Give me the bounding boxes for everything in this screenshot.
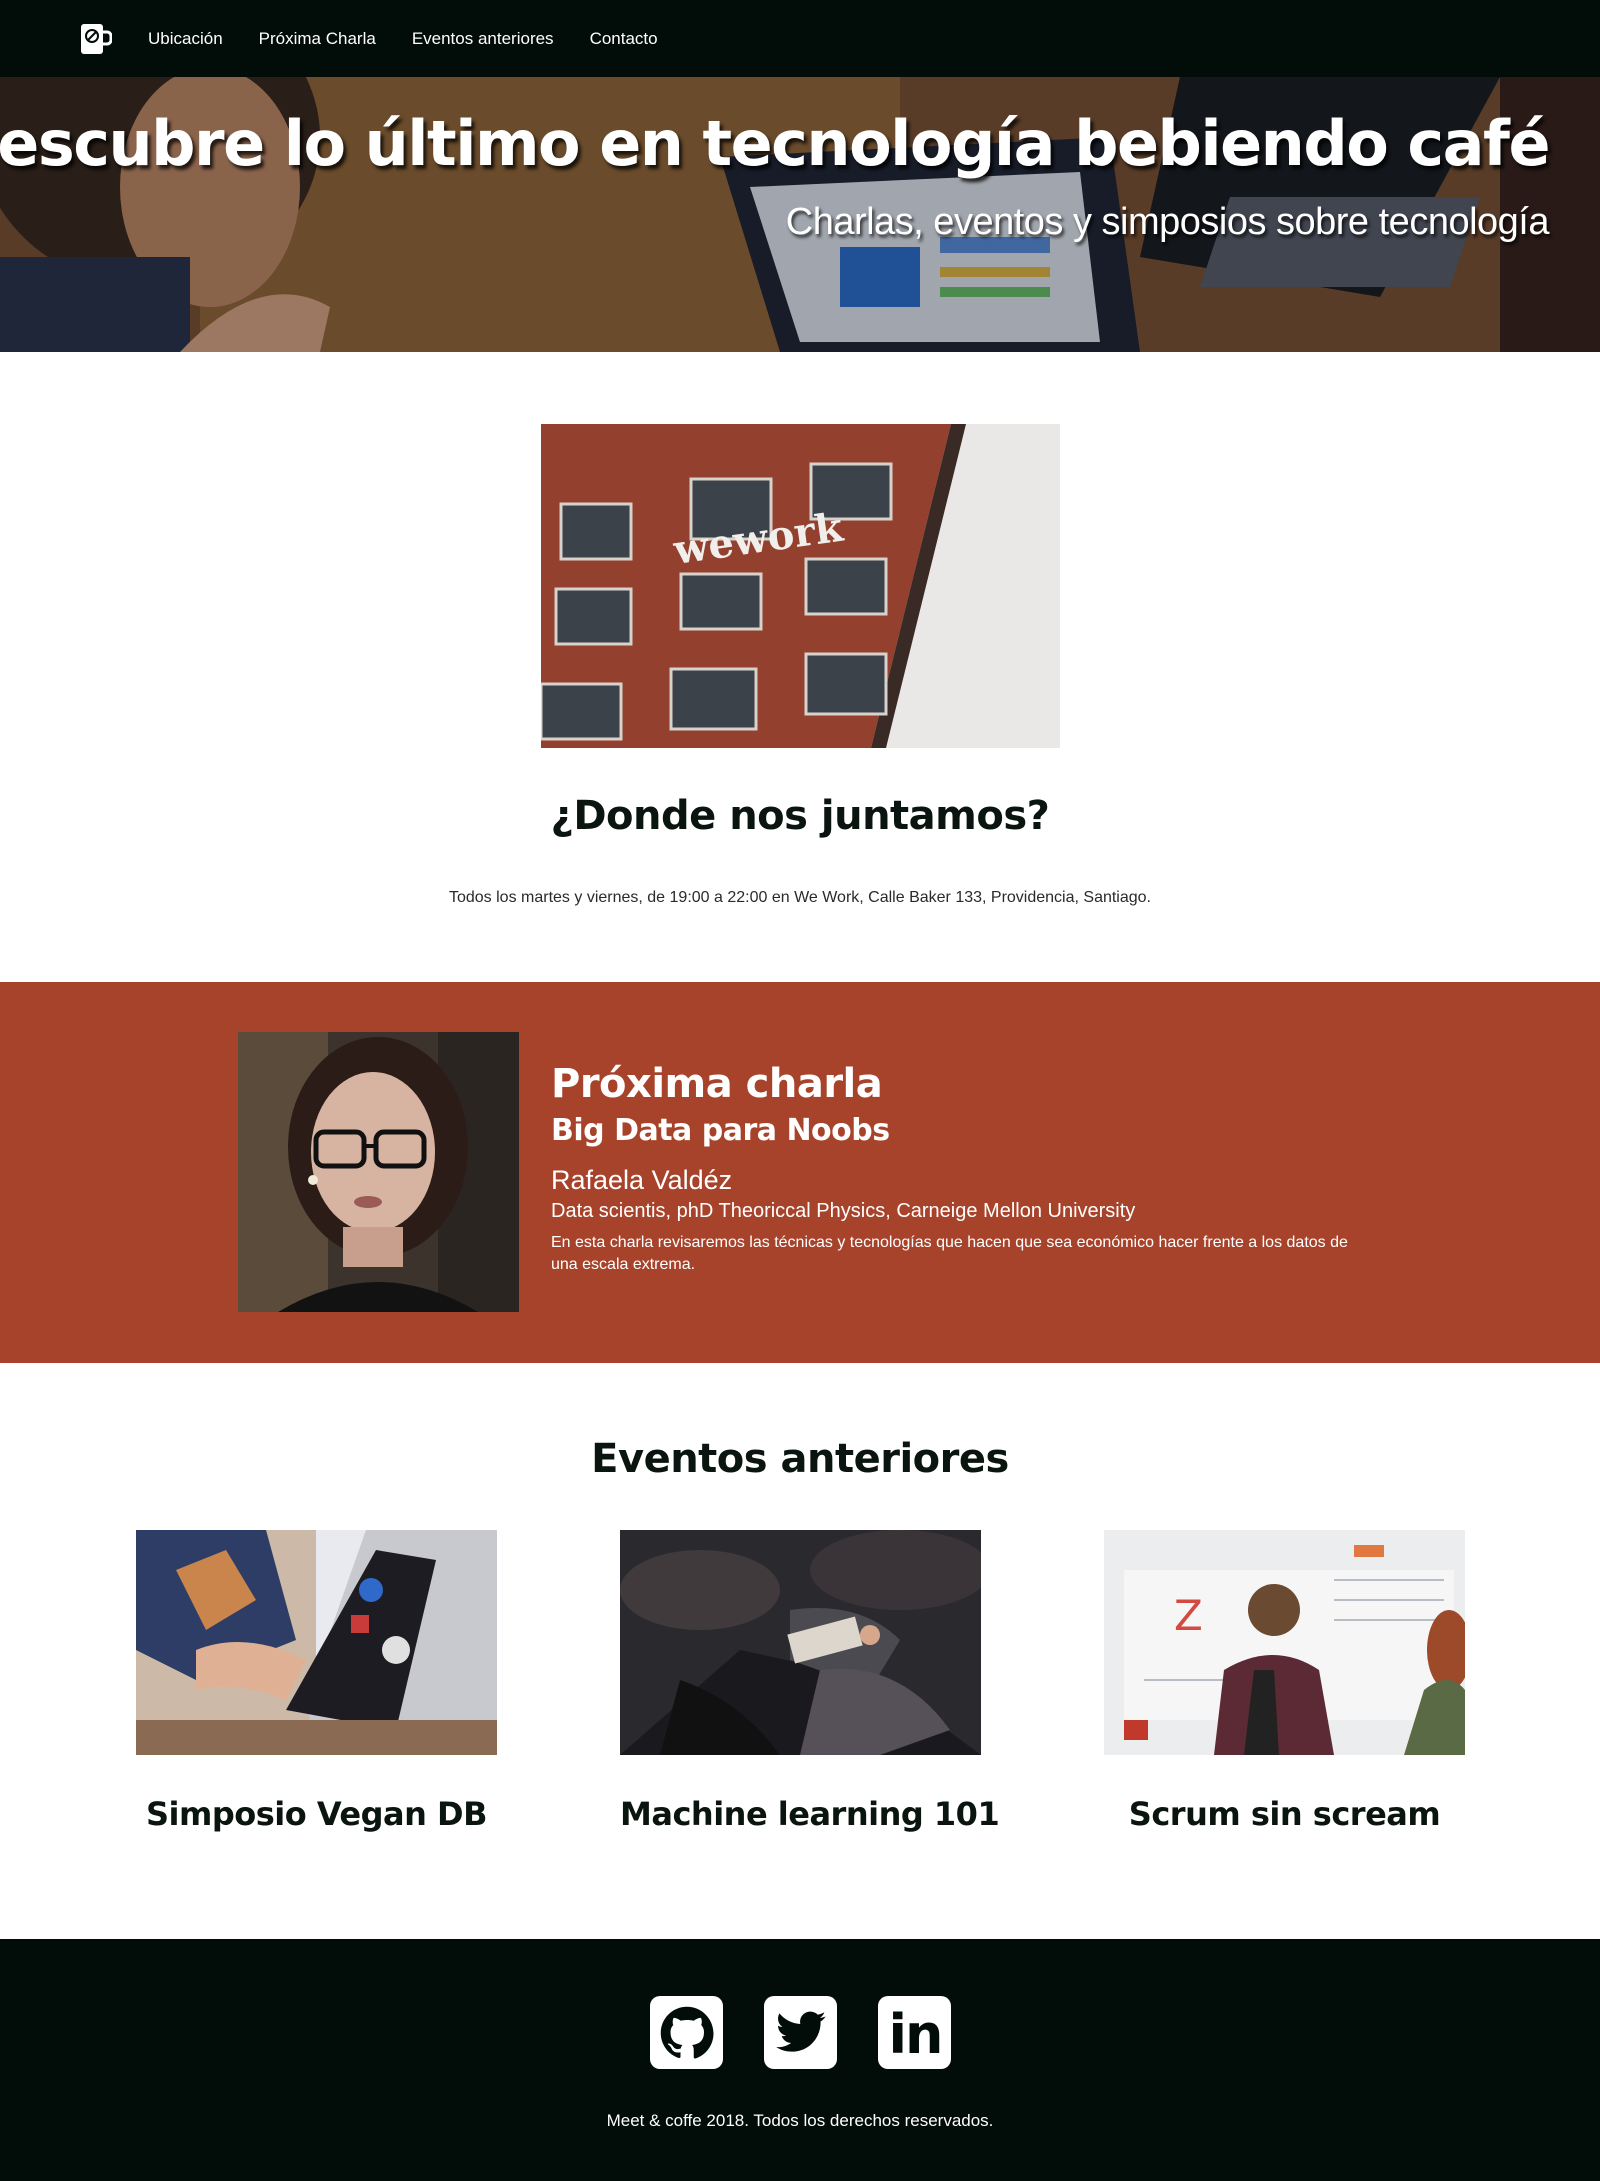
event-card[interactable]: Z Scrum sin scream <box>1104 1530 1465 1833</box>
next-talk-heading: Próxima charla <box>551 1061 883 1107</box>
footer: in Meet & coffe 2018. Todos los derechos… <box>0 1939 1600 2181</box>
talk-description: En esta charla revisaremos las técnicas … <box>551 1234 1348 1273</box>
event-title: Machine learning 101 <box>620 1795 1000 1833</box>
speaker-role: Data scientis, phD Theoriccal Physics, C… <box>551 1200 1136 1222</box>
top-navbar: Ubicación Próxima Charla Eventos anterio… <box>0 0 1600 77</box>
speaker-photo <box>238 1032 519 1312</box>
event-card[interactable]: Machine learning 101 <box>620 1530 1000 1833</box>
event-photo <box>620 1530 981 1755</box>
nav-link-contacto[interactable]: Contacto <box>590 29 658 49</box>
nav-link-ubicacion[interactable]: Ubicación <box>148 29 223 49</box>
location-heading: ¿Donde nos juntamos? <box>550 793 1050 839</box>
linkedin-link[interactable]: in <box>878 1996 951 2069</box>
event-card[interactable]: Simposio Vegan DB <box>136 1530 497 1833</box>
twitter-icon <box>775 2011 826 2052</box>
event-title: Scrum sin scream <box>1128 1795 1441 1833</box>
talk-title: Big Data para Noobs <box>551 1113 890 1148</box>
hero-subtitle: Charlas, eventos y simposios sobre tecno… <box>785 201 1550 243</box>
coffee-cup-logo-icon[interactable] <box>80 22 112 56</box>
github-link[interactable] <box>650 1996 723 2069</box>
nav-link-proxima-charla[interactable]: Próxima Charla <box>259 29 376 49</box>
twitter-link[interactable] <box>764 1996 837 2069</box>
event-photo: Z <box>1104 1530 1465 1755</box>
svg-text:in: in <box>888 2004 941 2062</box>
github-icon <box>660 2006 713 2059</box>
event-photo <box>136 1530 497 1755</box>
events-grid: Simposio Vegan DB Machine learning 101 Z… <box>0 1530 1600 1860</box>
hero-banner: Descubre lo último en tecnología bebiend… <box>0 77 1600 352</box>
location-photo: wework <box>541 424 1060 748</box>
linkedin-icon: in <box>888 2004 943 2062</box>
event-title: Simposio Vegan DB <box>146 1795 487 1833</box>
hero-title: Descubre lo último en tecnología bebiend… <box>0 107 1550 180</box>
location-text: Todos los martes y viernes, de 19:00 a 2… <box>448 889 1151 906</box>
talk-info: Próxima charla Big Data para Noobs Rafae… <box>551 1060 1371 1276</box>
footer-copyright: Meet & coffe 2018. Todos los derechos re… <box>606 2111 994 2130</box>
past-events-heading: Eventos anteriores <box>591 1436 1009 1482</box>
speaker-name: Rafaela Valdéz <box>551 1165 733 1195</box>
next-talk-section: Próxima charla Big Data para Noobs Rafae… <box>0 982 1600 1363</box>
nav-link-eventos-anteriores[interactable]: Eventos anteriores <box>412 29 554 49</box>
svg-text:Z: Z <box>1174 1591 1203 1640</box>
